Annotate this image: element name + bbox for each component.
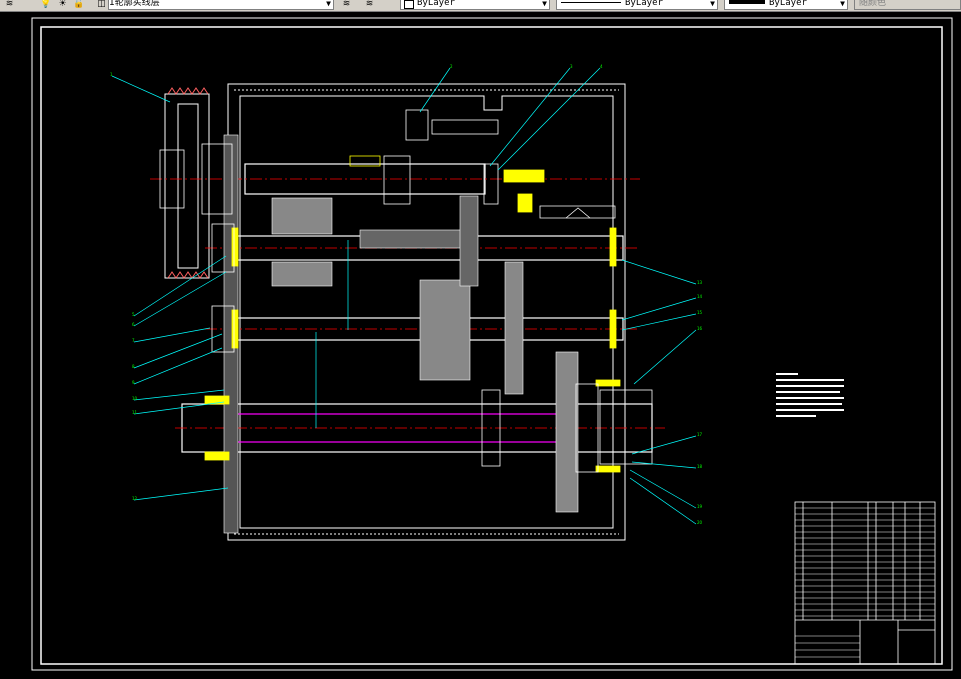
- color-square-icon[interactable]: ◫: [96, 0, 107, 10]
- balloon-number: 2: [450, 64, 453, 69]
- sun-icon[interactable]: ☀: [57, 0, 68, 10]
- chevron-down-icon: ▼: [326, 0, 331, 8]
- lineweight-dropdown[interactable]: ByLayer ▼: [724, 0, 848, 10]
- linetype-sample: [561, 2, 621, 3]
- balloon-number: 18: [697, 464, 703, 469]
- balloon-number: 15: [697, 310, 703, 315]
- balloon-number: 8: [132, 364, 135, 369]
- plotstyle-dropdown[interactable]: 随颜色: [854, 0, 961, 10]
- layers-toolbar: ≋ 💡 ☀ 🔓 ◫ 1轮廓实线层 ▼ ≋ ≋ ByLayer ▼ ByLayer…: [0, 0, 961, 12]
- lightbulb-icon[interactable]: 💡: [40, 0, 51, 10]
- balloon-number: 5: [132, 312, 135, 317]
- layer-dropdown-value: 1轮廓实线层: [109, 0, 160, 8]
- balloon-number: 6: [132, 322, 135, 327]
- plotstyle-dropdown-value: 随颜色: [859, 0, 887, 8]
- color-dropdown-value: ByLayer: [417, 0, 455, 8]
- balloon-number: 17: [697, 432, 703, 437]
- color-swatch: [404, 0, 414, 9]
- balloon-number: 3: [570, 64, 573, 69]
- make-current-icon[interactable]: ≋: [341, 0, 352, 10]
- linetype-dropdown[interactable]: ByLayer ▼: [556, 0, 718, 10]
- layer-previous-icon[interactable]: ≋: [364, 0, 375, 10]
- chevron-down-icon: ▼: [710, 0, 715, 8]
- balloon-number: 4: [600, 64, 603, 69]
- title-block-rows: [795, 507, 935, 658]
- balloon-number: 14: [697, 294, 703, 299]
- title-block: [794, 501, 936, 665]
- balloon-number: 16: [697, 326, 703, 331]
- chevron-down-icon: ▼: [542, 0, 547, 8]
- balloon-number: 19: [697, 504, 703, 509]
- layer-manager-icon[interactable]: ≋: [4, 0, 15, 10]
- shafts: [181, 163, 653, 453]
- balloon-number: 20: [697, 520, 703, 525]
- layer-dropdown[interactable]: 1轮廓实线层 ▼: [108, 0, 334, 10]
- balloon-number: 13: [697, 280, 703, 285]
- lineweight-sample: [729, 0, 765, 4]
- drawing-canvas[interactable]: 12 3 4567891011121314151617181920: [0, 12, 961, 679]
- chevron-down-icon: ▼: [840, 0, 845, 8]
- color-dropdown[interactable]: ByLayer ▼: [400, 0, 550, 10]
- technical-requirements-block: [776, 373, 844, 417]
- linetype-dropdown-value: ByLayer: [625, 0, 663, 8]
- balloon-number: 9: [132, 380, 135, 385]
- balloon-number: 10: [132, 396, 138, 401]
- lock-icon[interactable]: 🔓: [73, 0, 84, 10]
- leader-lines: [111, 67, 697, 525]
- lineweight-dropdown-value: ByLayer: [769, 0, 807, 8]
- balloon-number: 12: [132, 496, 138, 501]
- balloon-number: 11: [132, 410, 138, 415]
- drawing-frame: [31, 17, 953, 671]
